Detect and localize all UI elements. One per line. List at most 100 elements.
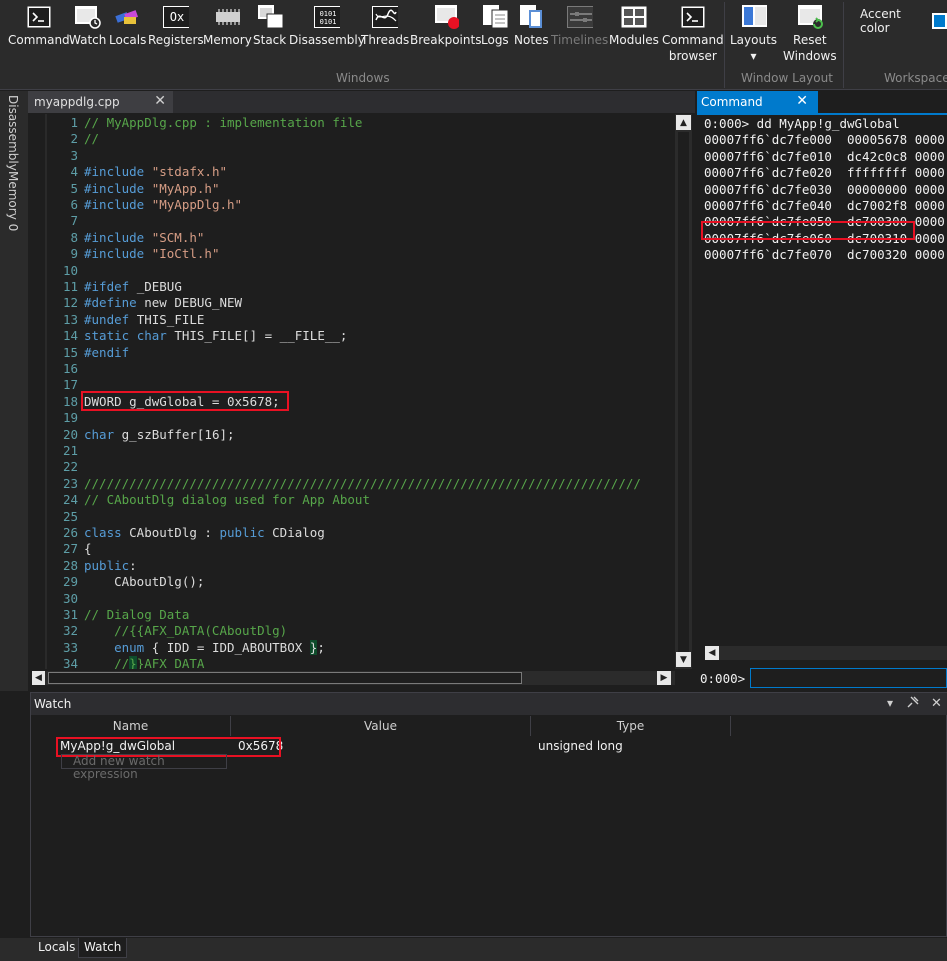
layouts-button[interactable]: Layouts ▾: [730, 4, 777, 64]
code-token: ;: [317, 639, 325, 655]
line-number: 18: [62, 393, 78, 409]
code-line[interactable]: 3: [46, 148, 674, 164]
code-line[interactable]: 31 // Dialog Data: [46, 607, 674, 623]
column-header-type[interactable]: Type: [531, 716, 731, 736]
tab-memory-0[interactable]: Memory 0: [6, 171, 20, 231]
threads-window-button[interactable]: Threads: [361, 4, 409, 48]
code-line[interactable]: 10: [46, 263, 674, 279]
code-line[interactable]: 25: [46, 509, 674, 525]
close-icon[interactable]: ✕: [154, 93, 166, 109]
disassembly-window-button[interactable]: 0101 0101 Disassembly: [289, 4, 365, 48]
code-line[interactable]: 21: [46, 443, 674, 459]
memory-window-button[interactable]: Memory: [203, 4, 252, 48]
code-line[interactable]: 5 #include "MyApp.h": [46, 181, 674, 197]
code-line[interactable]: 2 //: [46, 131, 674, 147]
reset-windows-button[interactable]: Reset Windows: [783, 4, 837, 64]
code-line[interactable]: 20 char g_szBuffer[16];: [46, 427, 674, 443]
code-line[interactable]: 23 //////////////////////////////////////…: [46, 476, 674, 492]
tab-watch[interactable]: Watch: [78, 938, 128, 958]
tab-disassembly[interactable]: Disassembly: [6, 95, 20, 171]
code-token: #include: [84, 197, 152, 212]
dropdown-chevron-icon[interactable]: ▾: [887, 696, 893, 710]
code-line[interactable]: 11 #ifdef _DEBUG: [46, 279, 674, 295]
column-header-name[interactable]: Name: [31, 716, 231, 736]
code-line[interactable]: 12 #define new DEBUG_NEW: [46, 295, 674, 311]
code-token: THIS_FILE: [136, 311, 205, 327]
code-token: static: [84, 328, 137, 344]
accent-color-control[interactable]: Accent color: [860, 7, 947, 35]
command-browser-button[interactable]: Command browser: [662, 4, 724, 64]
line-number: 2: [70, 131, 78, 147]
modules-window-button[interactable]: Modules: [609, 4, 659, 48]
accent-color-swatch-icon: [932, 13, 947, 29]
logs-window-button[interactable]: Logs: [481, 4, 509, 48]
close-icon[interactable]: ✕: [931, 696, 942, 711]
code-line[interactable]: 19: [46, 410, 674, 426]
code-token: }: [129, 656, 137, 669]
stack-window-button[interactable]: Stack: [253, 4, 286, 48]
code-line[interactable]: 16: [46, 361, 674, 377]
code-line[interactable]: 32 //{{AFX_DATA(CAboutDlg): [46, 623, 674, 639]
close-icon[interactable]: ✕: [796, 93, 808, 109]
disassembly-window-icon: 0101 0101: [313, 4, 340, 30]
window-layout-group-label: Window Layout: [741, 71, 833, 85]
editor-vertical-scrollbar[interactable]: ▲ ▼: [675, 114, 692, 669]
scroll-thumb[interactable]: [48, 672, 522, 684]
scroll-up-icon[interactable]: ▲: [676, 115, 691, 130]
registers-window-button[interactable]: Ox Registers: [148, 4, 204, 48]
watch-window-icon: [74, 4, 101, 30]
column-header-value[interactable]: Value: [231, 716, 531, 736]
line-number: 31: [62, 607, 78, 622]
add-watch-expression-input[interactable]: Add new watch expression: [61, 754, 227, 781]
code-token: #include: [84, 229, 152, 245]
code-token: //: [84, 656, 130, 669]
line-number: 17: [62, 377, 78, 393]
line-number: 12: [62, 295, 78, 311]
command-window-button[interactable]: Command: [8, 4, 70, 48]
code-line[interactable]: 9 #include "IoCtl.h": [46, 246, 674, 262]
scroll-left-icon[interactable]: ◀: [705, 646, 719, 660]
command-input[interactable]: [750, 668, 947, 688]
scroll-right-icon[interactable]: ▶: [657, 671, 671, 685]
tab-command[interactable]: Command ✕: [697, 91, 818, 113]
code-line[interactable]: 14 static char THIS_FILE[] = __FILE__;: [46, 328, 674, 344]
code-line[interactable]: 27 {: [46, 541, 674, 557]
code-token: CDialog: [272, 525, 325, 540]
code-line[interactable]: 28 public:: [46, 558, 674, 574]
tab-myappdlg-cpp[interactable]: myappdlg.cpp ✕: [28, 91, 173, 113]
editor-horizontal-scrollbar[interactable]: ◀ ▶: [32, 671, 675, 685]
code-line[interactable]: 1 // MyAppDlg.cpp : implementation file: [46, 115, 674, 131]
code-line[interactable]: 6 #include "MyAppDlg.h": [46, 197, 674, 213]
timelines-window-icon: [566, 4, 593, 30]
pin-icon[interactable]: [907, 696, 919, 711]
code-line[interactable]: 15 #endif: [46, 345, 674, 361]
code-line[interactable]: 13 #undef THIS_FILE: [46, 312, 674, 328]
scroll-left-icon[interactable]: ◀: [32, 671, 45, 685]
notes-window-button[interactable]: Notes: [514, 4, 549, 48]
line-number: 34: [62, 656, 78, 669]
line-number: 24: [62, 492, 78, 508]
code-line[interactable]: 24 // CAboutDlg dialog used for App About: [46, 492, 674, 508]
code-line[interactable]: 22: [46, 459, 674, 475]
line-number: 16: [62, 361, 78, 376]
code-line[interactable]: 33 enum { IDD = IDD_ABOUTBOX };: [46, 639, 674, 656]
breakpoints-window-button[interactable]: Breakpoints: [410, 4, 481, 48]
scroll-down-icon[interactable]: ▼: [676, 652, 691, 667]
locals-window-button[interactable]: Locals: [109, 4, 146, 48]
code-line[interactable]: 4 #include "stdafx.h": [46, 164, 674, 180]
scroll-track[interactable]: [678, 132, 689, 666]
line-number: 13: [62, 311, 78, 327]
code-line[interactable]: 8 #include "SCM.h": [46, 230, 674, 246]
code-line[interactable]: 26 class CAboutDlg : public CDialog: [46, 525, 674, 541]
timelines-window-button[interactable]: Timelines: [551, 4, 608, 48]
tab-locals[interactable]: Locals: [33, 938, 80, 958]
code-line[interactable]: 7: [46, 213, 674, 229]
line-number: 1: [70, 115, 78, 130]
command-horizontal-scrollbar[interactable]: ◀: [705, 646, 947, 660]
command-echo-line: 0:000> dd MyApp!g_dwGlobal: [704, 116, 900, 131]
watch-window-button[interactable]: Watch: [69, 4, 106, 48]
code-line[interactable]: 29 CAboutDlg();: [46, 574, 674, 590]
code-line[interactable]: 30: [46, 591, 674, 607]
code-line[interactable]: 34 //}}AFX_DATA: [46, 656, 674, 669]
workspace-group-label: Workspace: [884, 71, 947, 85]
